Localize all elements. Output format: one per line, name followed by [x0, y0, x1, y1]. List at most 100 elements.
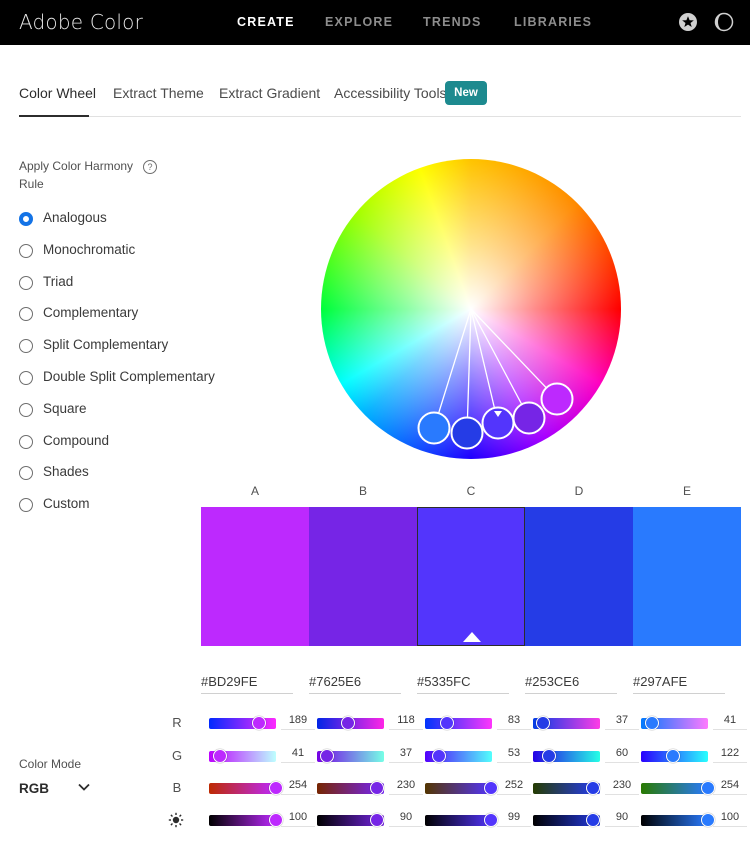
wheel-handle-b[interactable]	[512, 401, 546, 435]
brightness-value-a[interactable]: 100	[281, 811, 315, 827]
chevron-down-icon[interactable]	[78, 783, 90, 791]
radio-button[interactable]	[19, 402, 33, 417]
g-value-d[interactable]: 60	[605, 747, 639, 763]
r-slider-c[interactable]	[425, 716, 492, 730]
b-value-c[interactable]: 252	[497, 779, 531, 795]
color-swatch-a[interactable]	[201, 507, 309, 646]
r-slider-a[interactable]	[209, 716, 276, 730]
radio-button[interactable]	[19, 339, 33, 354]
new-badge[interactable]: New	[445, 81, 487, 105]
slider-knob[interactable]	[541, 749, 556, 763]
wheel-handles[interactable]	[321, 159, 621, 459]
b-slider-b[interactable]	[317, 781, 385, 795]
g-slider-b[interactable]	[317, 749, 384, 763]
color-swatch-e[interactable]	[633, 507, 741, 646]
brightness-slider-b[interactable]	[317, 813, 385, 827]
star-badge-icon[interactable]	[678, 12, 698, 32]
nav-create[interactable]: CREATE	[237, 15, 295, 29]
swatch-label-b: B	[358, 484, 367, 498]
radio-button[interactable]	[19, 466, 33, 481]
hex-input-b[interactable]: #7625E6	[309, 674, 401, 694]
slider-knob[interactable]	[586, 781, 601, 795]
tab-color-wheel[interactable]: Color Wheel	[19, 85, 96, 101]
r-value-e[interactable]: 41	[713, 714, 747, 730]
brightness-value-c[interactable]: 99	[497, 811, 531, 827]
g-slider-d[interactable]	[533, 749, 600, 763]
hex-input-e[interactable]: #297AFE	[633, 674, 725, 694]
brand-logo[interactable]: Adobe Color	[19, 10, 143, 34]
slider-knob[interactable]	[370, 781, 385, 795]
radio-button[interactable]	[19, 243, 33, 258]
slider-knob[interactable]	[212, 749, 227, 763]
slider-knob[interactable]	[370, 813, 385, 827]
slider-knob[interactable]	[666, 749, 681, 763]
slider-knob[interactable]	[431, 749, 446, 763]
wheel-handle-d[interactable]	[450, 416, 484, 450]
radio-button[interactable]	[19, 371, 33, 385]
nav-explore[interactable]: EXPLORE	[325, 15, 393, 29]
slider-knob[interactable]	[319, 749, 334, 763]
r-slider-d[interactable]	[533, 716, 600, 730]
r-value-c[interactable]: 83	[497, 714, 531, 730]
r-slider-b[interactable]	[317, 716, 384, 730]
b-value-d[interactable]: 230	[605, 779, 639, 795]
b-slider-e[interactable]	[641, 781, 715, 795]
harmony-rule-label: Shades	[43, 464, 89, 480]
hex-input-a[interactable]: #BD29FE	[201, 674, 293, 694]
color-swatch-d[interactable]	[525, 507, 633, 646]
nav-trends[interactable]: TRENDS	[423, 15, 482, 29]
hex-input-d[interactable]: #253CE6	[525, 674, 617, 694]
color-mode-select[interactable]: RGB	[19, 781, 49, 796]
tab-accessibility-tools[interactable]: Accessibility Tools	[334, 85, 447, 101]
color-swatch-c[interactable]	[417, 507, 525, 646]
wheel-spoke	[470, 308, 499, 424]
g-slider-c[interactable]	[425, 749, 492, 763]
radio-button[interactable]	[19, 275, 33, 290]
theme-toggle-icon[interactable]	[714, 12, 734, 32]
wheel-handle-e[interactable]	[417, 411, 451, 445]
tab-extract-gradient[interactable]: Extract Gradient	[219, 85, 320, 101]
radio-button[interactable]	[19, 307, 33, 322]
slider-knob[interactable]	[251, 716, 266, 730]
g-slider-a[interactable]	[209, 749, 276, 763]
tab-extract-theme[interactable]: Extract Theme	[113, 85, 204, 101]
b-value-b[interactable]: 230	[389, 779, 423, 795]
r-value-a[interactable]: 189	[281, 714, 315, 730]
g-value-c[interactable]: 53	[497, 747, 531, 763]
harmony-rule-label: Analogous	[43, 210, 107, 225]
help-icon[interactable]: ?	[143, 160, 157, 174]
brightness-slider-a[interactable]	[209, 813, 283, 827]
color-swatch-b[interactable]	[309, 507, 417, 646]
slider-knob[interactable]	[644, 716, 659, 730]
brightness-value-b[interactable]: 90	[389, 811, 423, 827]
hex-input-c[interactable]: #5335FC	[417, 674, 509, 694]
b-value-a[interactable]: 254	[281, 779, 315, 795]
g-value-b[interactable]: 37	[389, 747, 423, 763]
brightness-value-e[interactable]: 100	[713, 811, 747, 827]
b-slider-c[interactable]	[425, 781, 499, 795]
g-slider-e[interactable]	[641, 749, 708, 763]
r-slider-e[interactable]	[641, 716, 708, 730]
brightness-value-d[interactable]: 90	[605, 811, 639, 827]
nav-libraries[interactable]: LIBRARIES	[514, 15, 592, 29]
brightness-slider-d[interactable]	[533, 813, 601, 827]
r-value-d[interactable]: 37	[605, 714, 639, 730]
harmony-rule-label: Triad	[43, 273, 74, 289]
brightness-slider-e[interactable]	[641, 813, 715, 827]
brightness-slider-c[interactable]	[425, 813, 499, 827]
r-value-b[interactable]: 118	[389, 714, 423, 730]
slider-knob[interactable]	[439, 716, 454, 730]
g-value-e[interactable]: 122	[713, 747, 747, 763]
g-value-a[interactable]: 41	[281, 747, 315, 763]
radio-button[interactable]	[19, 434, 33, 449]
channel-label-r: R	[172, 715, 182, 730]
slider-knob[interactable]	[586, 813, 601, 827]
wheel-handle-a[interactable]	[540, 382, 574, 416]
slider-knob[interactable]	[341, 716, 355, 730]
b-slider-a[interactable]	[209, 781, 283, 795]
b-slider-d[interactable]	[533, 781, 601, 795]
radio-button[interactable]	[19, 498, 33, 513]
slider-knob[interactable]	[535, 716, 550, 730]
b-value-e[interactable]: 254	[713, 779, 747, 795]
radio-button[interactable]	[19, 212, 33, 226]
